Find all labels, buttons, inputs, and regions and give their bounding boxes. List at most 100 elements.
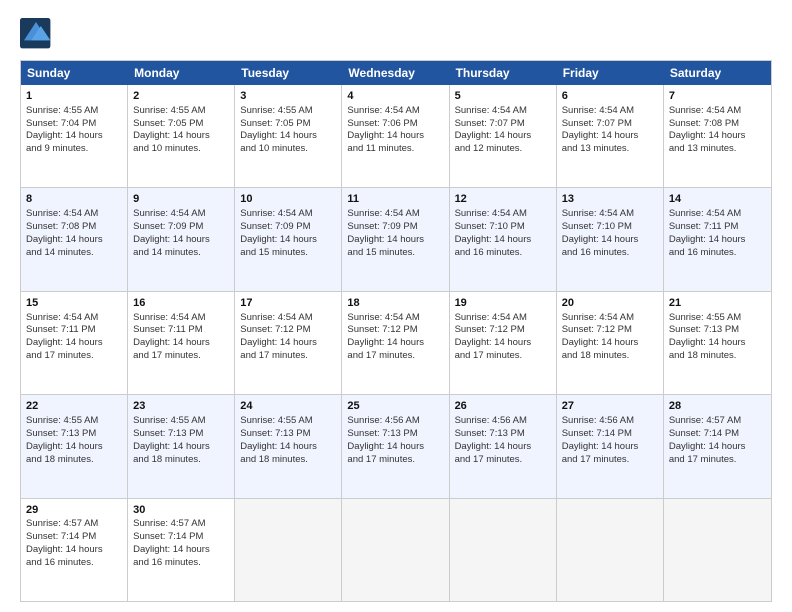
- day-info-line: Daylight: 14 hours: [240, 130, 336, 143]
- day-info-line: Sunrise: 4:55 AM: [133, 415, 229, 428]
- week-row-5: 29Sunrise: 4:57 AMSunset: 7:14 PMDayligh…: [21, 499, 771, 601]
- day-info-line: Daylight: 14 hours: [455, 234, 551, 247]
- day-number: 30: [133, 503, 229, 518]
- day-info-line: Daylight: 14 hours: [26, 234, 122, 247]
- day-info-line: and 13 minutes.: [669, 143, 766, 156]
- day-cell-5: 5Sunrise: 4:54 AMSunset: 7:07 PMDaylight…: [450, 85, 557, 187]
- day-info-line: Daylight: 14 hours: [562, 130, 658, 143]
- day-info-line: and 17 minutes.: [455, 350, 551, 363]
- day-number: 26: [455, 399, 551, 414]
- day-info-line: and 17 minutes.: [562, 454, 658, 467]
- day-info-line: Sunset: 7:05 PM: [133, 118, 229, 131]
- day-cell-29: 29Sunrise: 4:57 AMSunset: 7:14 PMDayligh…: [21, 499, 128, 601]
- day-info-line: and 15 minutes.: [240, 247, 336, 260]
- day-number: 13: [562, 192, 658, 207]
- day-info-line: Sunset: 7:05 PM: [240, 118, 336, 131]
- day-info-line: Daylight: 14 hours: [26, 544, 122, 557]
- day-info-line: Sunrise: 4:54 AM: [562, 105, 658, 118]
- day-info-line: and 18 minutes.: [562, 350, 658, 363]
- week-row-1: 1Sunrise: 4:55 AMSunset: 7:04 PMDaylight…: [21, 85, 771, 188]
- empty-cell: [664, 499, 771, 601]
- day-info-line: Sunrise: 4:54 AM: [347, 105, 443, 118]
- calendar-header: SundayMondayTuesdayWednesdayThursdayFrid…: [21, 61, 771, 85]
- day-info-line: Sunrise: 4:55 AM: [26, 105, 122, 118]
- week-row-2: 8Sunrise: 4:54 AMSunset: 7:08 PMDaylight…: [21, 188, 771, 291]
- day-info-line: and 13 minutes.: [562, 143, 658, 156]
- day-cell-18: 18Sunrise: 4:54 AMSunset: 7:12 PMDayligh…: [342, 292, 449, 394]
- day-info-line: Sunset: 7:08 PM: [26, 221, 122, 234]
- day-number: 5: [455, 89, 551, 104]
- day-number: 16: [133, 296, 229, 311]
- day-info-line: and 16 minutes.: [455, 247, 551, 260]
- day-info-line: Daylight: 14 hours: [133, 441, 229, 454]
- calendar: SundayMondayTuesdayWednesdayThursdayFrid…: [20, 60, 772, 602]
- day-info-line: and 17 minutes.: [26, 350, 122, 363]
- day-number: 19: [455, 296, 551, 311]
- day-cell-11: 11Sunrise: 4:54 AMSunset: 7:09 PMDayligh…: [342, 188, 449, 290]
- day-info-line: and 18 minutes.: [26, 454, 122, 467]
- day-info-line: Daylight: 14 hours: [26, 337, 122, 350]
- day-info-line: Daylight: 14 hours: [26, 130, 122, 143]
- logo: [20, 18, 56, 50]
- day-info-line: Sunset: 7:14 PM: [26, 531, 122, 544]
- day-info-line: Daylight: 14 hours: [669, 441, 766, 454]
- day-info-line: and 10 minutes.: [133, 143, 229, 156]
- day-cell-25: 25Sunrise: 4:56 AMSunset: 7:13 PMDayligh…: [342, 395, 449, 497]
- empty-cell: [342, 499, 449, 601]
- week-row-4: 22Sunrise: 4:55 AMSunset: 7:13 PMDayligh…: [21, 395, 771, 498]
- day-info-line: Sunrise: 4:54 AM: [562, 208, 658, 221]
- day-info-line: Sunset: 7:13 PM: [347, 428, 443, 441]
- day-number: 8: [26, 192, 122, 207]
- day-info-line: Daylight: 14 hours: [562, 234, 658, 247]
- day-cell-27: 27Sunrise: 4:56 AMSunset: 7:14 PMDayligh…: [557, 395, 664, 497]
- day-cell-15: 15Sunrise: 4:54 AMSunset: 7:11 PMDayligh…: [21, 292, 128, 394]
- day-cell-8: 8Sunrise: 4:54 AMSunset: 7:08 PMDaylight…: [21, 188, 128, 290]
- day-info-line: Daylight: 14 hours: [455, 337, 551, 350]
- day-info-line: Sunset: 7:06 PM: [347, 118, 443, 131]
- day-info-line: Daylight: 14 hours: [562, 337, 658, 350]
- day-info-line: Sunset: 7:13 PM: [240, 428, 336, 441]
- day-info-line: Daylight: 14 hours: [133, 544, 229, 557]
- day-info-line: Sunrise: 4:57 AM: [26, 518, 122, 531]
- day-info-line: Sunset: 7:11 PM: [26, 324, 122, 337]
- day-info-line: and 11 minutes.: [347, 143, 443, 156]
- day-info-line: Sunrise: 4:54 AM: [347, 208, 443, 221]
- day-info-line: and 12 minutes.: [455, 143, 551, 156]
- day-info-line: Sunrise: 4:55 AM: [240, 415, 336, 428]
- day-info-line: and 17 minutes.: [240, 350, 336, 363]
- day-info-line: and 16 minutes.: [26, 557, 122, 570]
- day-info-line: Sunrise: 4:54 AM: [455, 105, 551, 118]
- day-number: 14: [669, 192, 766, 207]
- header: [20, 18, 772, 50]
- day-number: 25: [347, 399, 443, 414]
- day-info-line: Sunset: 7:07 PM: [562, 118, 658, 131]
- page: SundayMondayTuesdayWednesdayThursdayFrid…: [0, 0, 792, 612]
- empty-cell: [235, 499, 342, 601]
- day-cell-4: 4Sunrise: 4:54 AMSunset: 7:06 PMDaylight…: [342, 85, 449, 187]
- day-cell-12: 12Sunrise: 4:54 AMSunset: 7:10 PMDayligh…: [450, 188, 557, 290]
- day-info-line: and 16 minutes.: [133, 557, 229, 570]
- day-cell-26: 26Sunrise: 4:56 AMSunset: 7:13 PMDayligh…: [450, 395, 557, 497]
- header-day-friday: Friday: [557, 61, 664, 85]
- day-info-line: Sunset: 7:09 PM: [133, 221, 229, 234]
- day-cell-21: 21Sunrise: 4:55 AMSunset: 7:13 PMDayligh…: [664, 292, 771, 394]
- day-info-line: Sunrise: 4:56 AM: [455, 415, 551, 428]
- day-number: 17: [240, 296, 336, 311]
- day-number: 4: [347, 89, 443, 104]
- day-info-line: Sunrise: 4:54 AM: [133, 208, 229, 221]
- day-number: 29: [26, 503, 122, 518]
- header-day-tuesday: Tuesday: [235, 61, 342, 85]
- day-info-line: Sunset: 7:12 PM: [562, 324, 658, 337]
- header-day-monday: Monday: [128, 61, 235, 85]
- day-cell-14: 14Sunrise: 4:54 AMSunset: 7:11 PMDayligh…: [664, 188, 771, 290]
- day-info-line: Daylight: 14 hours: [347, 234, 443, 247]
- day-info-line: Daylight: 14 hours: [669, 130, 766, 143]
- calendar-body: 1Sunrise: 4:55 AMSunset: 7:04 PMDaylight…: [21, 85, 771, 601]
- day-info-line: Daylight: 14 hours: [347, 130, 443, 143]
- day-info-line: Sunset: 7:14 PM: [562, 428, 658, 441]
- day-info-line: Daylight: 14 hours: [133, 337, 229, 350]
- header-day-thursday: Thursday: [450, 61, 557, 85]
- day-info-line: Sunset: 7:12 PM: [455, 324, 551, 337]
- day-info-line: and 14 minutes.: [26, 247, 122, 260]
- header-day-saturday: Saturday: [664, 61, 771, 85]
